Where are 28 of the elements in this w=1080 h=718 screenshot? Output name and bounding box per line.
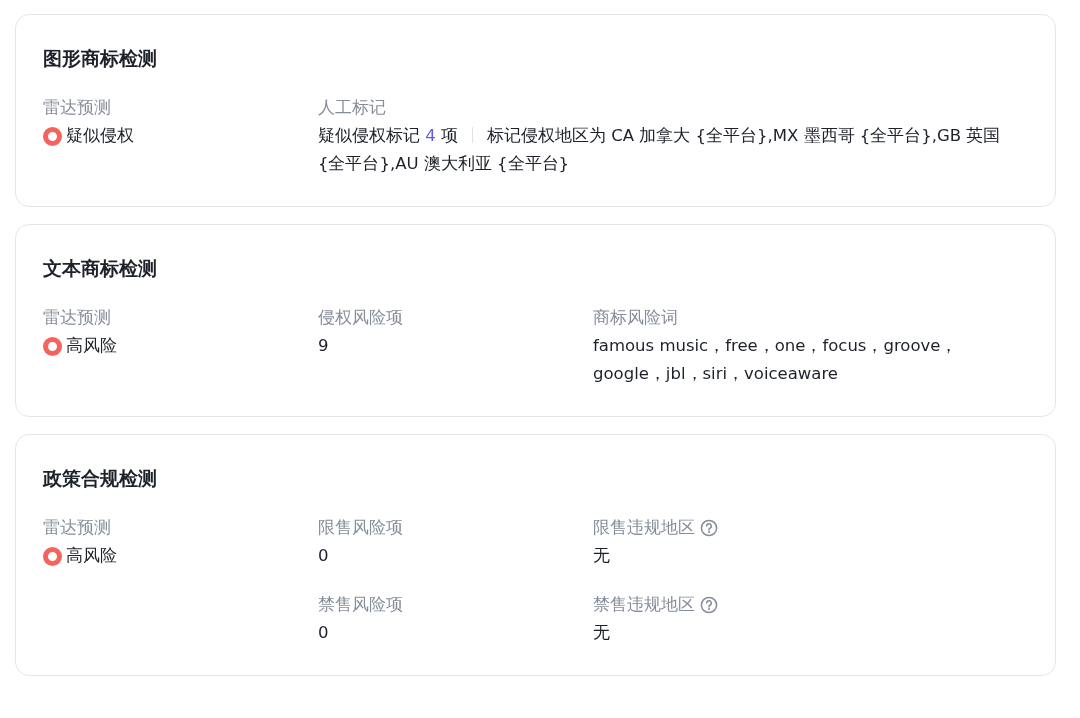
field-value: 0 xyxy=(318,545,330,567)
help-icon[interactable] xyxy=(700,519,718,537)
field-label: 限售违规地区 xyxy=(593,517,695,539)
field-label: 雷达预测 xyxy=(43,97,111,119)
field-value: famous music，free，one，focus，groove，google，jbl，siri，voiceaware xyxy=(593,335,959,385)
risk-level: 疑似侵权 xyxy=(66,125,134,147)
risk-level: 高风险 xyxy=(66,545,117,567)
risk-level: 高风险 xyxy=(66,335,117,357)
field-value: 无 xyxy=(593,545,611,567)
risk-ring-icon xyxy=(43,126,62,146)
card-title: 文本商标检测 xyxy=(43,256,158,281)
field-value: 0 xyxy=(318,622,330,644)
card-title: 图形商标检测 xyxy=(43,46,158,71)
field-label: 人工标记 xyxy=(318,97,386,119)
risk-ring-icon xyxy=(43,336,62,356)
field-label: 商标风险词 xyxy=(593,307,678,329)
field-label: 侵权风险项 xyxy=(318,307,403,329)
field-value: 9 xyxy=(318,335,330,357)
field-label: 禁售风险项 xyxy=(318,594,403,616)
risk-ring-icon xyxy=(43,546,62,566)
mark-summary: 疑似侵权标记 4 项 标记侵权地区为 CA 加拿大 {全平台},MX 墨西哥 {全平台},GB 英国 {全平台},AU 澳大利亚 {全平台} xyxy=(318,125,1002,175)
field-label: 限售风险项 xyxy=(318,517,403,539)
field-label: 雷达预测 xyxy=(43,517,111,539)
field-label: 禁售违规地区 xyxy=(593,594,695,616)
field-label: 雷达预测 xyxy=(43,307,111,329)
card-title: 政策合规检测 xyxy=(43,466,158,491)
help-icon[interactable] xyxy=(700,596,718,614)
field-value: 无 xyxy=(593,622,611,644)
